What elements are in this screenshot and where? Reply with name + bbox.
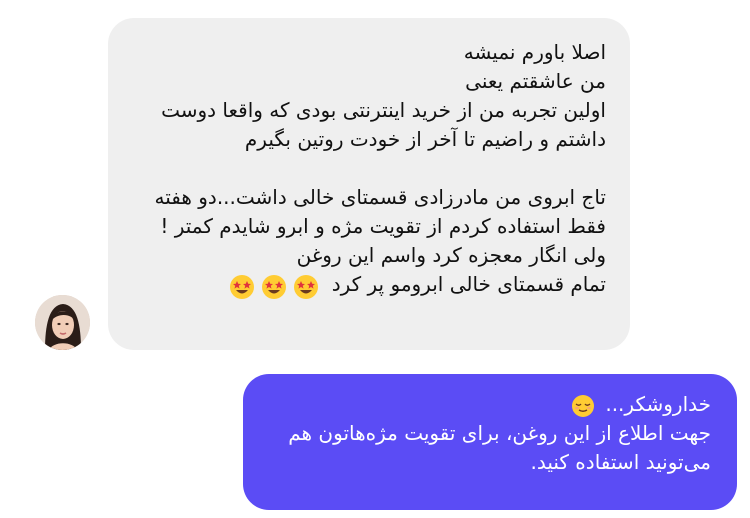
star-struck-emoji-icon: [261, 274, 286, 299]
received-line-2: من عاشقتم یعنی: [465, 69, 606, 93]
sent-line-2: جهت اطلاع از این روغن، برای تقویت مژه‌ها…: [288, 421, 711, 445]
sent-line-1: خداروشکر...: [605, 392, 711, 416]
received-line-1: اصلا باورم نمیشه: [463, 40, 606, 64]
sender-avatar[interactable]: [35, 295, 90, 350]
star-struck-emoji-icon: [229, 274, 254, 299]
received-line-9: تمام قسمتای خالی ابرومو پر کرد: [331, 272, 606, 296]
dm-conversation: اصلا باورم نمیشه من عاشقتم یعنی اولین تج…: [0, 0, 750, 518]
star-struck-emoji-icon: [294, 274, 319, 299]
received-line-7: فقط استفاده کردم از تقویت مژه و ابرو شای…: [160, 214, 606, 238]
emoji-group: [229, 271, 320, 300]
received-line-8: ولی انگار معجزه کرد واسم این روغن: [296, 243, 606, 267]
avatar-image: [35, 295, 90, 350]
received-message-bubble[interactable]: اصلا باورم نمیشه من عاشقتم یعنی اولین تج…: [108, 18, 630, 350]
relieved-face-emoji-icon: [571, 394, 594, 417]
sent-message-bubble[interactable]: خداروشکر... جهت اطلاع از این روغن، برای …: [243, 374, 737, 510]
sent-line-3: می‌تونید استفاده کنید.: [530, 450, 712, 474]
received-line-4: داشتم و راضیم تا آخر از خودت روتین بگیرم: [244, 127, 606, 151]
sent-line-1-row: خداروشکر...: [263, 390, 711, 419]
received-line-6: تاج ابروی من مادرزادی قسمتای خالی داشت..…: [154, 185, 606, 209]
received-line-3: اولین تجربه من از خرید اینترنتی بودی که …: [161, 98, 606, 122]
received-line-9-row: تمام قسمتای خالی ابرومو پر کرد: [128, 270, 606, 300]
